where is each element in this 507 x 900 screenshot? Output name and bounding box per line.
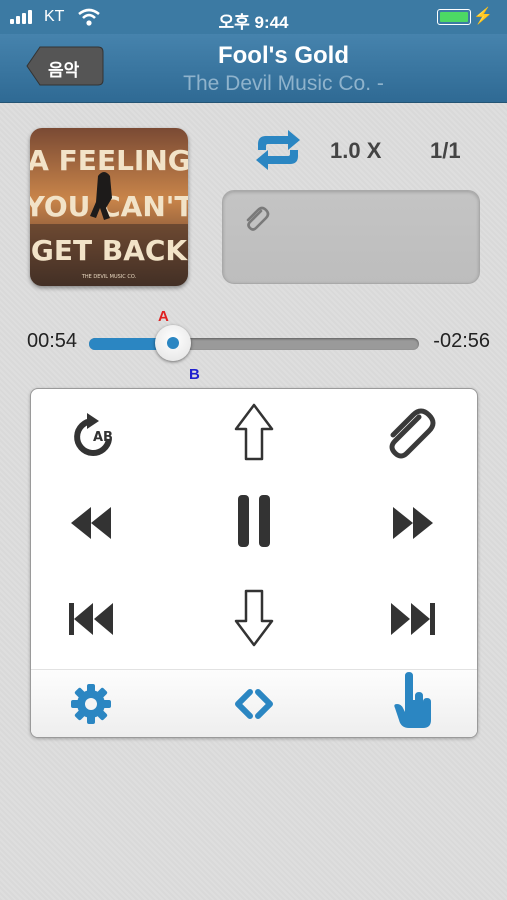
nav-bar: 음악 Fool's Gold The Devil Music Co. -	[0, 34, 507, 103]
battery-icon	[437, 9, 471, 25]
down-button[interactable]	[224, 585, 284, 647]
status-bar: KT 오후 9:44 ⚡	[0, 0, 507, 34]
track-title: Fool's Gold	[217, 42, 350, 69]
skip-next-button[interactable]	[381, 589, 441, 649]
progress-track[interactable]	[89, 338, 419, 350]
hand-pointer-icon	[394, 672, 431, 728]
album-art: A FEELING YOU CAN'T GET BACK THE DEVIL M…	[30, 128, 188, 286]
ab-repeat-icon: AB	[74, 413, 113, 456]
repeat-icon[interactable]	[252, 128, 304, 172]
pause-button[interactable]	[224, 489, 284, 549]
arrow-up-icon	[234, 403, 274, 461]
album-line-3: GET BACK	[31, 234, 188, 267]
pause-icon	[238, 495, 270, 547]
fast-forward-icon	[393, 507, 433, 539]
up-button[interactable]	[224, 401, 284, 461]
back-button-label: 음악	[48, 61, 80, 80]
skip-previous-icon	[69, 603, 113, 635]
skip-previous-button[interactable]	[63, 589, 123, 649]
fast-forward-button[interactable]	[381, 493, 441, 553]
rewind-button[interactable]	[63, 493, 123, 553]
charging-bolt-icon: ⚡	[473, 8, 493, 25]
clock: 오후 9:44	[218, 13, 289, 32]
settings-button[interactable]	[61, 674, 121, 734]
skip-next-icon	[391, 603, 435, 635]
remaining-time: -02:56	[433, 330, 490, 352]
album-footer: THE DEVIL MUSIC CO.	[81, 274, 137, 280]
album-line-1: A FEELING	[30, 144, 188, 177]
attach-button[interactable]	[381, 405, 441, 465]
marker-b: B	[189, 366, 200, 383]
back-button[interactable]: 음악	[26, 46, 104, 86]
paperclip-icon	[389, 408, 436, 459]
gear-icon	[71, 684, 111, 724]
artist-subtitle: The Devil Music Co. -	[183, 72, 384, 95]
ab-repeat-button[interactable]: AB	[63, 407, 123, 467]
touch-mode-button[interactable]	[381, 670, 441, 730]
code-brackets-icon	[235, 689, 273, 719]
current-time: 00:54	[27, 330, 78, 352]
paperclip-icon	[246, 206, 270, 231]
arrow-down-icon	[234, 589, 274, 647]
attachment-box[interactable]	[222, 190, 480, 284]
code-view-button[interactable]	[224, 674, 284, 734]
track-count: 1/1	[430, 138, 461, 163]
progress-thumb[interactable]	[155, 325, 191, 361]
rewind-icon	[71, 507, 111, 539]
marker-a: A	[158, 308, 169, 325]
panel-toolbar	[31, 669, 477, 737]
control-panel: AB	[30, 388, 478, 738]
playback-speed[interactable]: 1.0 X	[330, 138, 381, 164]
ab-badge: AB	[93, 430, 113, 445]
